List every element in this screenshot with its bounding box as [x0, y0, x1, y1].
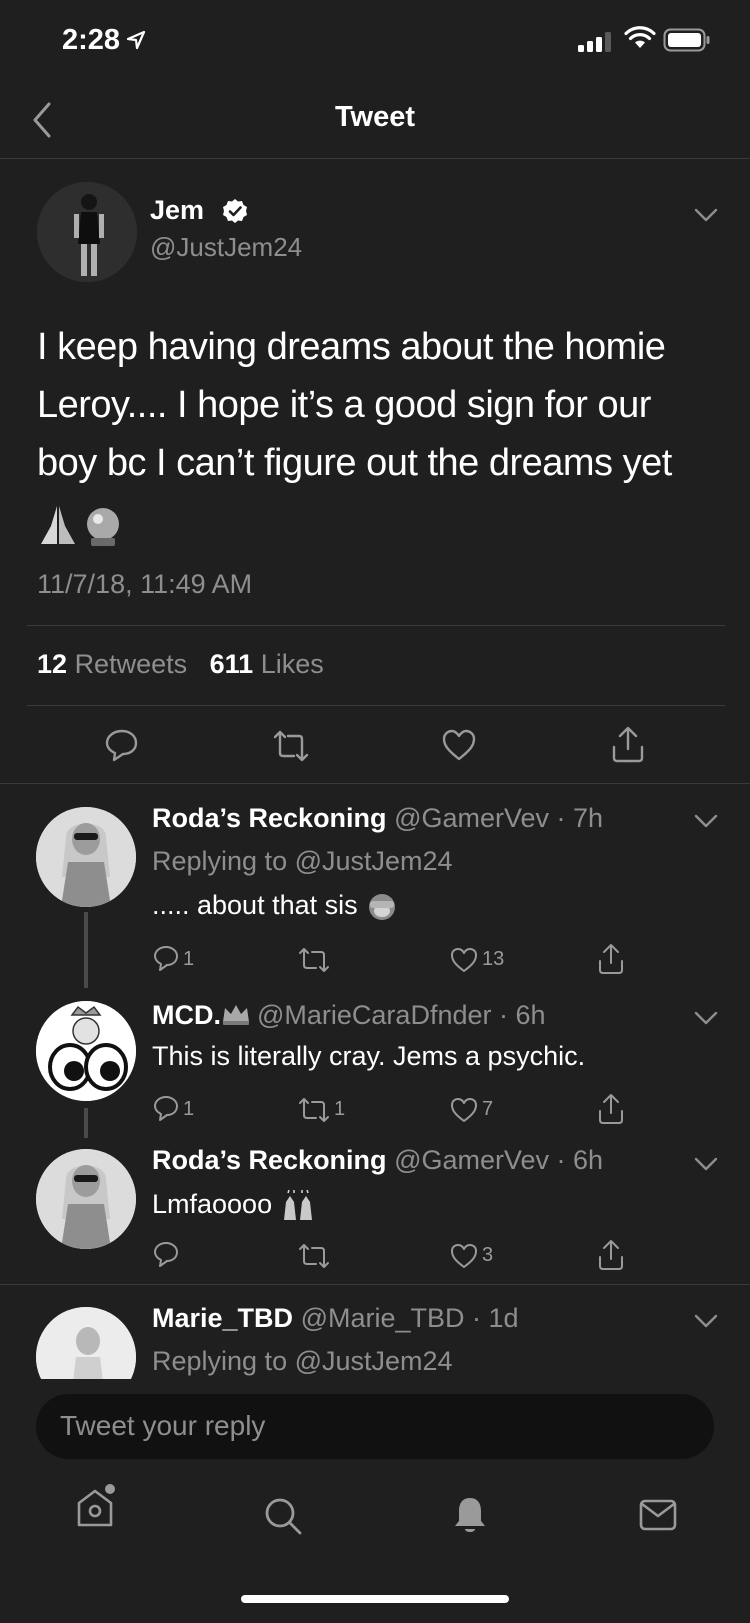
- reply-header: Roda’s Reckoning @GamerVev · 7h: [152, 803, 604, 833]
- retweet-label: Retweets: [74, 649, 188, 679]
- reply-text: This is literally cray. Jems a psychic.: [152, 1041, 586, 1071]
- replying-to[interactable]: Replying to @JustJem24: [152, 1346, 453, 1377]
- see-no-evil-emoji: [369, 893, 396, 920]
- like-count[interactable]: 611: [210, 649, 254, 679]
- share-icon[interactable]: [597, 1239, 625, 1271]
- divider: [0, 1284, 750, 1285]
- share-icon[interactable]: [597, 1093, 625, 1125]
- reply-icon[interactable]: [104, 727, 140, 763]
- reply-avatar[interactable]: [36, 1001, 136, 1101]
- reply-author-name[interactable]: Roda’s Reckoning: [152, 803, 387, 833]
- reply-text: Lmfaoooo: [152, 1189, 316, 1222]
- reply-author-handle[interactable]: @Marie_TBD: [301, 1303, 465, 1333]
- reply-time: 1d: [488, 1303, 519, 1333]
- retweet-icon[interactable]: [297, 1096, 331, 1124]
- replying-to[interactable]: Replying to @JustJem24: [152, 846, 453, 877]
- chevron-down-icon[interactable]: [693, 207, 719, 223]
- cellular-signal-icon: [578, 32, 611, 52]
- retweet-icon[interactable]: [297, 946, 331, 974]
- home-icon[interactable]: [74, 1483, 116, 1529]
- reply-header: Marie_TBD @Marie_TBD · 1d: [152, 1303, 519, 1333]
- avatar-image: [37, 182, 137, 282]
- reply-count: 1: [183, 948, 195, 970]
- retweet-icon[interactable]: [271, 729, 311, 763]
- tweet-emojis: 🙏🔮: [37, 504, 127, 553]
- reply-avatar[interactable]: [36, 1149, 136, 1249]
- page-title: Tweet: [334, 101, 416, 133]
- share-icon[interactable]: [611, 725, 645, 763]
- divider: [0, 158, 750, 159]
- avatar-image: [36, 1149, 136, 1249]
- tweet-text: I keep having dreams about the homie Ler…: [37, 318, 717, 492]
- verified-badge-icon: [223, 199, 247, 223]
- tweet-text-line: I keep having dreams about the homie: [37, 326, 666, 368]
- retweet-count[interactable]: 12: [37, 649, 67, 679]
- wifi-icon: [624, 26, 656, 48]
- like-icon[interactable]: [449, 1096, 479, 1124]
- divider: [27, 625, 725, 626]
- avatar-image: [36, 1001, 136, 1101]
- reply-icon[interactable]: [152, 1094, 180, 1122]
- reply-icon[interactable]: [152, 944, 180, 972]
- notifications-icon[interactable]: [452, 1494, 488, 1536]
- avatar[interactable]: [37, 182, 137, 282]
- like-count: 7: [482, 1098, 494, 1120]
- tweet-text-line: boy bc I can’t figure out the dreams yet: [37, 442, 672, 484]
- author-name[interactable]: Jem: [150, 195, 204, 226]
- author-handle[interactable]: @JustJem24: [150, 232, 302, 263]
- reply-time: 6h: [515, 1000, 546, 1030]
- like-icon[interactable]: [441, 728, 477, 762]
- reply-author-name[interactable]: MCD.: [152, 1000, 221, 1030]
- messages-icon[interactable]: [638, 1498, 678, 1532]
- like-count: 13: [482, 948, 505, 970]
- tweet-stats[interactable]: 12 Retweets 611 Likes: [37, 649, 324, 680]
- reply-author-name[interactable]: Marie_TBD: [152, 1303, 293, 1333]
- thread-line: [84, 912, 88, 988]
- status-time: 2:28: [62, 24, 121, 56]
- like-icon[interactable]: [449, 1242, 479, 1270]
- crown-emoji: [223, 1005, 249, 1025]
- thread-line: [84, 1108, 88, 1138]
- praying-hands-crystal-ball-emoji: [41, 506, 119, 546]
- raising-hands-emoji: [283, 1189, 312, 1220]
- search-icon[interactable]: [263, 1496, 303, 1536]
- chevron-down-icon[interactable]: [693, 1010, 719, 1026]
- avatar-image: [36, 807, 136, 907]
- reply-text-content: Lmfaoooo: [152, 1189, 273, 1219]
- home-indicator: [241, 1595, 509, 1603]
- reply-author-name[interactable]: Roda’s Reckoning: [152, 1145, 387, 1175]
- reply-placeholder: Tweet your reply: [60, 1410, 266, 1441]
- reply-header: Roda’s Reckoning @GamerVev · 6h: [152, 1145, 604, 1175]
- reply-icon[interactable]: [152, 1240, 180, 1268]
- tweet-timestamp: 11/7/18, 11:49 AM: [37, 569, 253, 599]
- reply-time: 7h: [573, 803, 604, 833]
- share-icon[interactable]: [597, 943, 625, 975]
- like-icon[interactable]: [449, 946, 479, 974]
- reply-header: MCD. 👑@MarieCaraDfnder · 6h: [152, 1000, 546, 1030]
- reply-avatar[interactable]: [36, 807, 136, 907]
- divider: [27, 705, 725, 706]
- tweet-text-line: Leroy.... I hope it’s a good sign for ou…: [37, 384, 651, 426]
- like-label: Likes: [260, 649, 324, 679]
- reply-author-handle[interactable]: @GamerVev: [394, 1145, 549, 1175]
- divider: [0, 783, 750, 784]
- like-count: 3: [482, 1244, 494, 1266]
- reply-text: ..... about that sis: [152, 890, 399, 922]
- reply-text-content: ..... about that sis: [152, 890, 358, 920]
- reply-author-handle[interactable]: @GamerVev: [394, 803, 549, 833]
- retweet-icon[interactable]: [297, 1242, 331, 1270]
- chevron-down-icon[interactable]: [693, 1156, 719, 1172]
- retweet-count: 1: [334, 1098, 346, 1120]
- battery-icon: [663, 28, 710, 52]
- chevron-down-icon[interactable]: [693, 813, 719, 829]
- chevron-down-icon[interactable]: [693, 1313, 719, 1329]
- location-arrow-icon: [126, 30, 146, 50]
- reply-time: 6h: [573, 1145, 604, 1175]
- reply-author-handle[interactable]: @MarieCaraDfnder: [257, 1000, 491, 1030]
- reply-count: 1: [183, 1098, 195, 1120]
